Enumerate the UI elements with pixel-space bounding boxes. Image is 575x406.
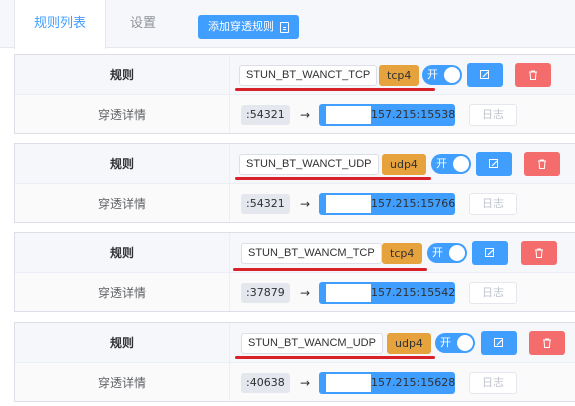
toggle-label: 开 bbox=[440, 336, 451, 349]
edit-button[interactable] bbox=[467, 63, 503, 87]
delete-button[interactable] bbox=[521, 241, 557, 265]
protocol-tag: tcp4 bbox=[379, 65, 420, 86]
public-address-text: 157.215:15766 bbox=[371, 197, 456, 210]
enable-toggle[interactable]: 开 bbox=[431, 154, 471, 174]
edit-button[interactable] bbox=[476, 152, 512, 176]
local-port: :54321 bbox=[241, 105, 290, 125]
edit-icon bbox=[480, 70, 489, 79]
public-address: 157.215:15766 bbox=[319, 193, 455, 215]
red-annotation-underline bbox=[235, 177, 431, 180]
log-button[interactable]: 日志 bbox=[469, 282, 517, 304]
trash-icon bbox=[538, 159, 546, 169]
log-button[interactable]: 日志 bbox=[469, 193, 517, 215]
local-port: :40638 bbox=[241, 373, 290, 393]
protocol-tag: tcp4 bbox=[382, 243, 423, 264]
toggle-label: 开 bbox=[427, 68, 438, 81]
detail-row: 穿透详情 :40638 → 157.215:15628 日志 bbox=[15, 363, 575, 401]
protocol-tag: udp4 bbox=[387, 333, 431, 354]
rule-name: STUN_BT_WANCM_UDP bbox=[241, 333, 383, 354]
detail-label: 穿透详情 bbox=[15, 184, 230, 222]
redacted-ip bbox=[326, 106, 371, 124]
enable-toggle[interactable]: 开 bbox=[427, 243, 467, 263]
detail-row: 穿透详情 :37879 → 157.215:15542 日志 bbox=[15, 273, 575, 311]
rule-name: STUN_BT_WANCT_UDP bbox=[239, 154, 379, 175]
log-button[interactable]: 日志 bbox=[469, 372, 517, 394]
arrow-icon: → bbox=[300, 108, 311, 122]
rule-row: 规则 STUN_BT_WANCT_TCP tcp4 开 bbox=[15, 55, 575, 95]
toggle-knob bbox=[453, 156, 469, 172]
public-address-text: 157.215:15628 bbox=[371, 376, 456, 389]
add-rule-button[interactable]: 添加穿透规则 bbox=[198, 15, 299, 39]
document-icon bbox=[280, 21, 289, 33]
trash-icon bbox=[543, 338, 551, 348]
toggle-knob bbox=[457, 335, 473, 351]
delete-button[interactable] bbox=[529, 331, 565, 355]
public-address-text: 157.215:15542 bbox=[371, 286, 456, 299]
rule-label: 规则 bbox=[15, 55, 230, 94]
log-button[interactable]: 日志 bbox=[469, 104, 517, 126]
red-annotation-underline bbox=[233, 268, 427, 271]
public-address-text: 157.215:15538 bbox=[371, 108, 456, 121]
edit-button[interactable] bbox=[472, 241, 508, 265]
rule-label: 规则 bbox=[15, 233, 230, 272]
trash-icon bbox=[529, 70, 537, 80]
rule-name: STUN_BT_WANCM_TCP bbox=[241, 243, 382, 264]
rule-card: 规则 STUN_BT_WANCT_TCP tcp4 开 穿透详情 :54321 … bbox=[14, 54, 575, 134]
rule-row: 规则 STUN_BT_WANCM_TCP tcp4 开 bbox=[15, 233, 575, 273]
toggle-knob bbox=[449, 245, 465, 261]
rule-card: 规则 STUN_BT_WANCM_UDP udp4 开 穿透详情 :40638 … bbox=[14, 322, 575, 402]
rule-row: 规则 STUN_BT_WANCT_UDP udp4 开 bbox=[15, 144, 575, 184]
edit-button[interactable] bbox=[481, 331, 517, 355]
trash-icon bbox=[535, 248, 543, 258]
delete-button[interactable] bbox=[515, 63, 551, 87]
tab-settings[interactable]: 设置 bbox=[110, 0, 176, 48]
redacted-ip bbox=[326, 284, 371, 302]
edit-icon bbox=[489, 159, 498, 168]
local-port: :37879 bbox=[241, 283, 290, 303]
toggle-label: 开 bbox=[432, 246, 443, 259]
rule-name: STUN_BT_WANCT_TCP bbox=[239, 65, 378, 86]
public-address: 157.215:15628 bbox=[319, 372, 455, 394]
toggle-knob bbox=[444, 67, 460, 83]
public-address: 157.215:15542 bbox=[319, 282, 455, 304]
red-annotation-underline bbox=[235, 356, 435, 359]
arrow-icon: → bbox=[300, 197, 311, 211]
tab-rule-list[interactable]: 规则列表 bbox=[14, 0, 106, 49]
redacted-ip bbox=[326, 195, 371, 213]
public-address: 157.215:15538 bbox=[319, 104, 455, 126]
rule-card: 规则 STUN_BT_WANCM_TCP tcp4 开 穿透详情 :37879 … bbox=[14, 232, 575, 312]
rule-label: 规则 bbox=[15, 323, 230, 362]
tab-bar: 规则列表 设置 添加穿透规则 bbox=[0, 0, 575, 49]
protocol-tag: udp4 bbox=[382, 154, 426, 175]
rule-label: 规则 bbox=[15, 144, 230, 183]
detail-row: 穿透详情 :54321 → 157.215:15766 日志 bbox=[15, 184, 575, 222]
enable-toggle[interactable]: 开 bbox=[422, 65, 462, 85]
delete-button[interactable] bbox=[524, 152, 560, 176]
local-port: :54321 bbox=[241, 194, 290, 214]
detail-label: 穿透详情 bbox=[15, 95, 230, 133]
detail-row: 穿透详情 :54321 → 157.215:15538 日志 bbox=[15, 95, 575, 133]
enable-toggle[interactable]: 开 bbox=[435, 333, 475, 353]
rule-card: 规则 STUN_BT_WANCT_UDP udp4 开 穿透详情 :54321 … bbox=[14, 143, 575, 223]
add-rule-button-label: 添加穿透规则 bbox=[208, 20, 274, 33]
edit-icon bbox=[485, 248, 494, 257]
arrow-icon: → bbox=[300, 286, 311, 300]
edit-icon bbox=[494, 338, 503, 347]
detail-label: 穿透详情 bbox=[15, 363, 230, 401]
red-annotation-underline bbox=[235, 88, 435, 91]
detail-label: 穿透详情 bbox=[15, 273, 230, 311]
toggle-label: 开 bbox=[436, 157, 447, 170]
arrow-icon: → bbox=[300, 376, 311, 390]
rule-row: 规则 STUN_BT_WANCM_UDP udp4 开 bbox=[15, 323, 575, 363]
redacted-ip bbox=[326, 374, 371, 392]
